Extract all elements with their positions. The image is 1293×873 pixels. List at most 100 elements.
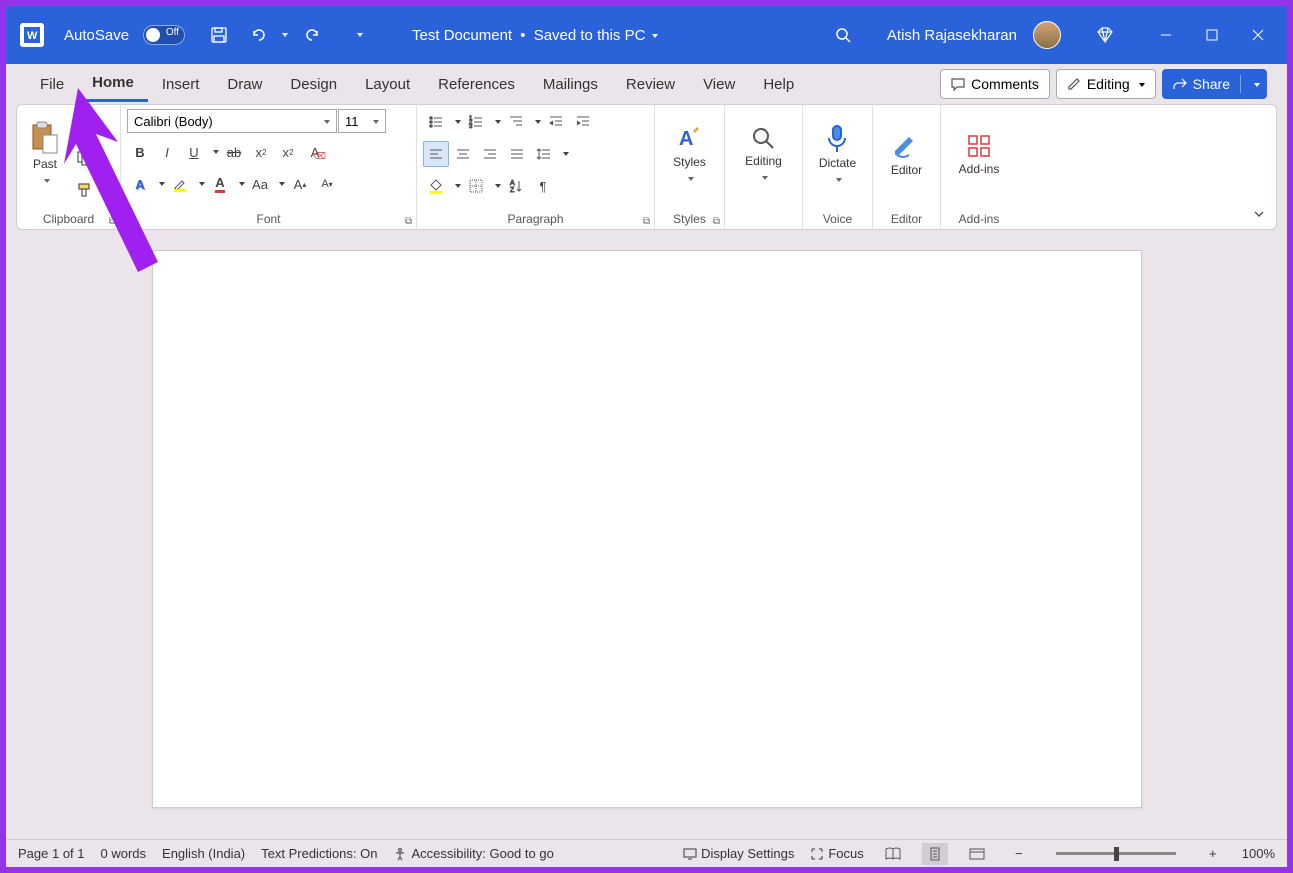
clear-formatting-button[interactable]: A⌫ <box>302 139 328 165</box>
multilevel-dropdown[interactable] <box>530 109 542 135</box>
editor-group-label: Editor <box>891 212 922 226</box>
print-layout-button[interactable] <box>922 843 948 865</box>
tab-references[interactable]: References <box>424 68 529 101</box>
tab-mailings[interactable]: Mailings <box>529 68 612 101</box>
numbering-dropdown[interactable] <box>490 109 502 135</box>
borders-button[interactable] <box>463 173 489 199</box>
tab-layout[interactable]: Layout <box>351 68 424 101</box>
paragraph-launcher[interactable]: ⧉ <box>643 216 650 227</box>
underline-button[interactable]: U <box>181 139 207 165</box>
undo-button[interactable] <box>243 19 275 51</box>
tab-design[interactable]: Design <box>276 68 351 101</box>
search-button[interactable] <box>827 19 859 51</box>
decrease-indent-button[interactable] <box>543 109 569 135</box>
multilevel-list-button[interactable] <box>503 109 529 135</box>
subscript-button[interactable]: x2 <box>248 139 274 165</box>
increase-indent-button[interactable] <box>570 109 596 135</box>
minimize-button[interactable] <box>1145 19 1187 51</box>
diamond-icon[interactable] <box>1089 19 1121 51</box>
zoom-out-button[interactable]: − <box>1006 843 1032 865</box>
comments-button[interactable]: Comments <box>940 69 1050 99</box>
bullets-dropdown[interactable] <box>450 109 462 135</box>
copy-button[interactable] <box>71 145 97 171</box>
zoom-level[interactable]: 100% <box>1242 846 1275 861</box>
highlight-dropdown[interactable] <box>194 171 206 197</box>
line-spacing-dropdown[interactable] <box>558 141 570 167</box>
highlight-button[interactable] <box>167 171 193 197</box>
user-name[interactable]: Atish Rajasekharan <box>887 27 1017 44</box>
focus-mode[interactable]: Focus <box>810 846 863 861</box>
display-settings[interactable]: Display Settings <box>683 846 794 861</box>
font-size-select[interactable]: 11 <box>338 109 386 133</box>
change-case-button[interactable]: Aa <box>247 171 273 197</box>
tab-view[interactable]: View <box>689 68 749 101</box>
font-launcher[interactable]: ⧉ <box>405 216 412 227</box>
editor-button[interactable]: Editor <box>885 109 928 199</box>
zoom-slider[interactable] <box>1056 852 1176 855</box>
tab-help[interactable]: Help <box>749 68 808 101</box>
autosave-toggle[interactable]: Off <box>143 25 185 45</box>
document-title[interactable]: Test Document • Saved to this PC <box>412 27 658 44</box>
line-spacing-button[interactable] <box>531 141 557 167</box>
shading-button[interactable] <box>423 173 449 199</box>
show-hide-button[interactable]: ¶ <box>530 173 556 199</box>
read-mode-button[interactable] <box>880 843 906 865</box>
bullets-button[interactable] <box>423 109 449 135</box>
numbering-button[interactable]: 123 <box>463 109 489 135</box>
customize-qat-button[interactable] <box>342 19 374 51</box>
save-button[interactable] <box>203 19 235 51</box>
italic-button[interactable]: I <box>154 139 180 165</box>
font-color-button[interactable]: A <box>207 171 233 197</box>
text-effects-dropdown[interactable] <box>154 171 166 197</box>
user-avatar[interactable] <box>1033 21 1061 49</box>
styles-launcher[interactable]: ⧉ <box>713 216 720 227</box>
sort-button[interactable]: AZ <box>503 173 529 199</box>
change-case-dropdown[interactable] <box>274 171 286 197</box>
dictate-button[interactable]: Dictate <box>813 109 862 199</box>
font-color-dropdown[interactable] <box>234 171 246 197</box>
tab-review[interactable]: Review <box>612 68 689 101</box>
maximize-button[interactable] <box>1191 19 1233 51</box>
web-layout-button[interactable] <box>964 843 990 865</box>
language-indicator[interactable]: English (India) <box>162 846 245 861</box>
svg-text:A: A <box>679 128 693 150</box>
tab-file[interactable]: File <box>26 68 78 101</box>
cut-button[interactable] <box>71 113 97 139</box>
editing-mode-button[interactable]: Editing <box>1056 69 1156 99</box>
paste-button[interactable]: Past <box>23 109 67 199</box>
close-button[interactable] <box>1237 19 1279 51</box>
font-name-select[interactable]: Calibri (Body) <box>127 109 337 133</box>
page-indicator[interactable]: Page 1 of 1 <box>18 846 85 861</box>
underline-dropdown[interactable] <box>208 139 220 165</box>
tab-home[interactable]: Home <box>78 66 148 102</box>
align-center-button[interactable] <box>450 141 476 167</box>
text-predictions[interactable]: Text Predictions: On <box>261 846 377 861</box>
addins-button[interactable]: Add-ins <box>953 109 1006 199</box>
tab-insert[interactable]: Insert <box>148 68 214 101</box>
grow-font-button[interactable]: A▴ <box>287 171 313 197</box>
text-effects-button[interactable]: A <box>127 171 153 197</box>
clipboard-launcher[interactable]: ⧉ <box>109 216 116 227</box>
zoom-in-button[interactable]: + <box>1200 843 1226 865</box>
share-button[interactable]: Share <box>1162 69 1267 99</box>
shrink-font-button[interactable]: A▾ <box>314 171 340 197</box>
accessibility-check[interactable]: Accessibility: Good to go <box>393 846 553 861</box>
format-painter-button[interactable] <box>71 177 97 203</box>
bold-button[interactable]: B <box>127 139 153 165</box>
superscript-button[interactable]: x2 <box>275 139 301 165</box>
redo-button[interactable] <box>296 19 328 51</box>
align-right-button[interactable] <box>477 141 503 167</box>
strikethrough-button[interactable]: ab <box>221 139 247 165</box>
align-left-button[interactable] <box>423 141 449 167</box>
document-area[interactable] <box>6 238 1287 839</box>
word-count[interactable]: 0 words <box>101 846 147 861</box>
borders-dropdown[interactable] <box>490 173 502 199</box>
undo-dropdown[interactable] <box>279 26 288 44</box>
justify-button[interactable] <box>504 141 530 167</box>
styles-button[interactable]: A Styles <box>667 109 712 199</box>
document-page[interactable] <box>152 250 1142 808</box>
collapse-ribbon-button[interactable] <box>1252 207 1266 221</box>
shading-dropdown[interactable] <box>450 173 462 199</box>
tab-draw[interactable]: Draw <box>213 68 276 101</box>
editing-button[interactable]: Editing <box>739 109 788 199</box>
